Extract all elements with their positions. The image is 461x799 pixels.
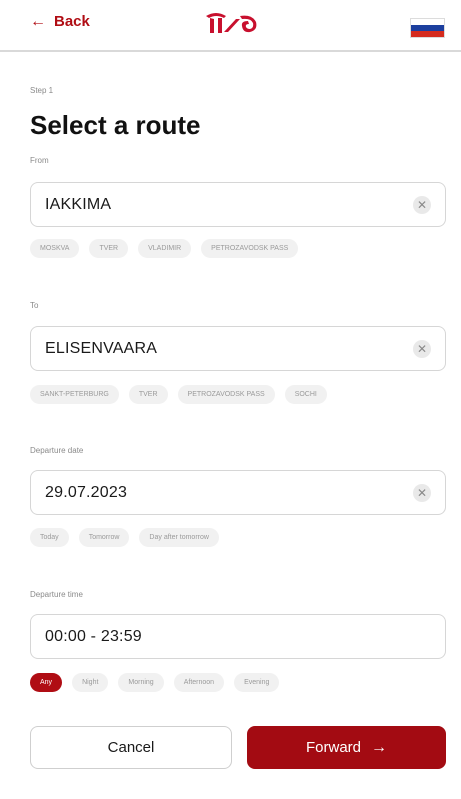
flag-stripe-red (411, 30, 444, 37)
rzd-logo-mark (206, 13, 257, 33)
to-suggestions: SANKT-PETERBURG TVER PETROZAVODSK PASS S… (30, 385, 327, 404)
forward-button[interactable]: Forward → (247, 726, 446, 769)
to-chip[interactable]: TVER (128, 385, 168, 404)
from-chip[interactable]: PETROZAVODSK PASS (201, 239, 299, 258)
from-label: From (30, 156, 49, 165)
cancel-button[interactable]: Cancel (30, 726, 232, 769)
back-button[interactable]: ← Back (30, 13, 90, 30)
cancel-label: Cancel (107, 739, 155, 756)
from-chip[interactable]: VLADIMIR (138, 239, 192, 258)
arrow-right-icon: → (371, 738, 387, 756)
forward-label: Forward (305, 739, 361, 756)
route-selection-screen: ← Back Step 1 Select a route From IAKKIM… (0, 0, 461, 799)
to-value: ELISENVAARA (45, 340, 158, 357)
date-shortcuts: Today Tomorrow Day after tomorrow (30, 528, 219, 547)
to-chip[interactable]: PETROZAVODSK PASS (177, 385, 275, 404)
clear-from-icon[interactable]: ✕ (413, 196, 431, 214)
russian-flag-icon[interactable] (410, 18, 445, 38)
from-input[interactable]: IAKKIMA ✕ (30, 182, 446, 227)
date-chip[interactable]: Today (30, 528, 69, 547)
time-chip-night[interactable]: Night (72, 673, 109, 692)
to-label: To (30, 301, 39, 310)
rzd-logo (202, 6, 262, 40)
time-of-day-filters: Any Night Morning Afternoon Evening (30, 673, 280, 692)
page-title: Select a route (30, 110, 201, 140)
to-input[interactable]: ELISENVAARA ✕ (30, 326, 446, 371)
departure-date-input[interactable]: 29.07.2023 ✕ (30, 470, 446, 515)
top-bar: ← Back (0, 0, 461, 52)
step-label: Step 1 (30, 86, 54, 95)
time-chip-afternoon[interactable]: Afternoon (173, 673, 225, 692)
departure-date-label: Departure date (30, 446, 84, 455)
time-chip-morning[interactable]: Morning (118, 673, 164, 692)
departure-time-value: 00:00 - 23:59 (45, 628, 142, 645)
from-chip[interactable]: TVER (89, 239, 129, 258)
to-chip[interactable]: SOCHI (284, 385, 327, 404)
clear-date-icon[interactable]: ✕ (413, 484, 431, 502)
date-chip[interactable]: Tomorrow (78, 528, 130, 547)
date-chip[interactable]: Day after tomorrow (139, 528, 219, 547)
clear-to-icon[interactable]: ✕ (413, 340, 431, 358)
to-chip[interactable]: SANKT-PETERBURG (30, 385, 119, 404)
departure-date-value: 29.07.2023 (45, 484, 128, 501)
from-suggestions: MOSKVA TVER VLADIMIR PETROZAVODSK PASS (30, 239, 299, 258)
arrow-left-icon: ← (30, 12, 46, 30)
departure-time-label: Departure time (30, 590, 83, 599)
departure-time-input[interactable]: 00:00 - 23:59 (30, 614, 446, 659)
from-value: IAKKIMA (45, 196, 112, 213)
time-chip-any[interactable]: Any (30, 673, 63, 692)
from-chip[interactable]: MOSKVA (30, 239, 80, 258)
back-label: Back (54, 13, 90, 30)
time-chip-evening[interactable]: Evening (234, 673, 280, 692)
